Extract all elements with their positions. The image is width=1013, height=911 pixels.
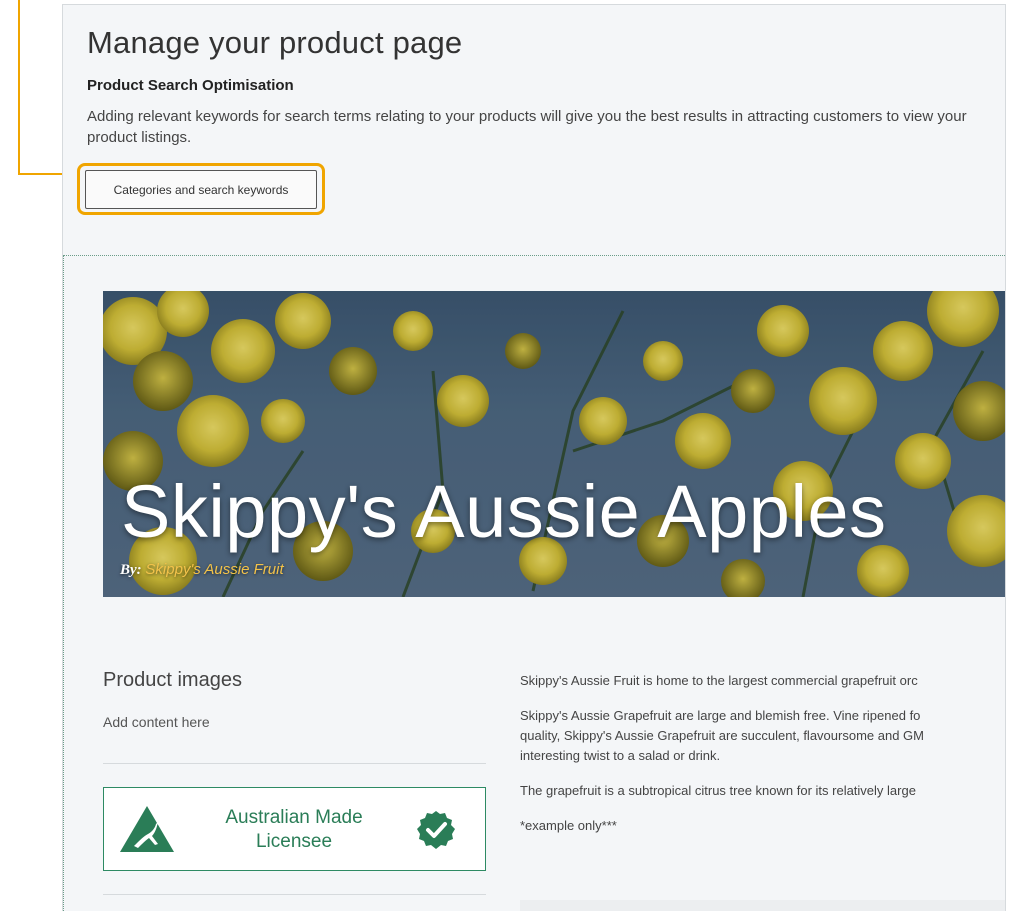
description-paragraph: The grapefruit is a subtropical citrus t… bbox=[520, 783, 916, 798]
section-divider bbox=[63, 255, 1005, 256]
content-border bbox=[63, 255, 64, 911]
divider bbox=[103, 894, 486, 895]
hero-byline: By: Skippy's Aussie Fruit bbox=[120, 561, 284, 579]
seo-section-title: Product Search Optimisation bbox=[87, 77, 294, 94]
callout-connector-line bbox=[18, 0, 20, 175]
badge-line2: Licensee bbox=[255, 831, 333, 852]
hero-banner: Skippy's Aussie Apples By: Skippy's Auss… bbox=[103, 291, 1005, 597]
check-circle-icon bbox=[417, 811, 455, 849]
divider bbox=[103, 763, 486, 764]
hero-title: Skippy's Aussie Apples bbox=[121, 470, 887, 553]
product-images-placeholder[interactable]: Add content here bbox=[103, 714, 210, 730]
description-paragraph: quality, Skippy's Aussie Grapefruit are … bbox=[520, 728, 924, 743]
kangaroo-triangle-icon bbox=[120, 806, 174, 852]
description-paragraph: interesting twist to a salad or drink. bbox=[520, 748, 721, 763]
description-paragraph: Skippy's Aussie Fruit is home to the lar… bbox=[520, 673, 918, 688]
page-title: Manage your product page bbox=[87, 25, 463, 60]
product-images-heading: Product images bbox=[103, 669, 242, 691]
australian-made-badge: Australian Made Licensee bbox=[103, 787, 486, 871]
product-page-panel: Manage your product page Product Search … bbox=[62, 4, 1006, 911]
seo-description: Adding relevant keywords for search term… bbox=[87, 108, 967, 146]
description-paragraph: *example only*** bbox=[520, 818, 617, 833]
content-block-placeholder bbox=[520, 900, 1005, 911]
byline-seller-link[interactable]: Skippy's Aussie Fruit bbox=[145, 561, 283, 578]
description-paragraph: Skippy's Aussie Grapefruit are large and… bbox=[520, 708, 921, 723]
categories-keywords-button[interactable]: Categories and search keywords bbox=[85, 170, 317, 209]
byline-label: By: bbox=[120, 562, 142, 578]
badge-text: Australian Made Licensee bbox=[194, 806, 394, 854]
product-description: Skippy's Aussie Fruit is home to the lar… bbox=[520, 671, 1005, 851]
badge-line1: Australian Made bbox=[225, 807, 363, 828]
